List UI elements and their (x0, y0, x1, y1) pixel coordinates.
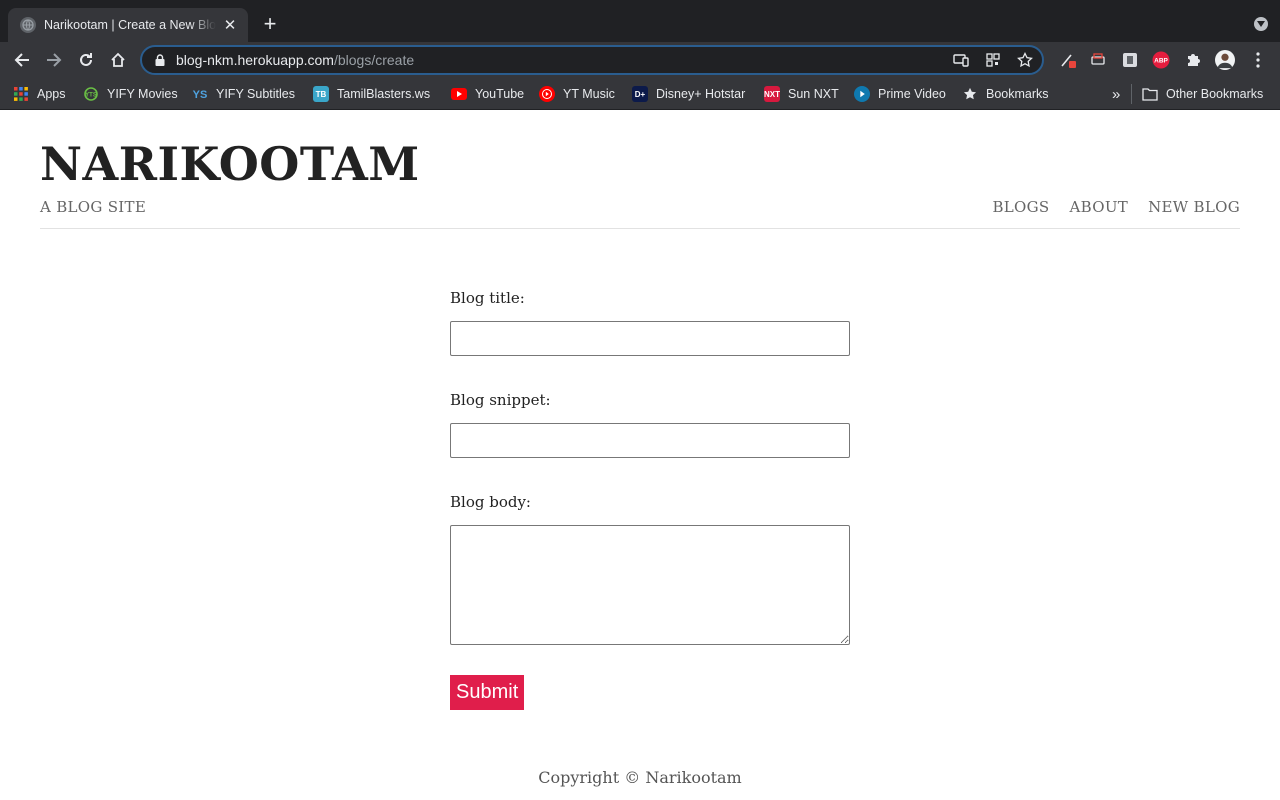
bookmark-yify-movies[interactable]: YTS YIFY Movies (83, 84, 178, 104)
nav-link-about[interactable]: ABOUT (1069, 198, 1128, 216)
lock-icon[interactable] (154, 53, 166, 67)
forward-arrow-icon[interactable] (43, 49, 65, 71)
site-nav: BLOGS ABOUT NEW BLOG (992, 198, 1240, 216)
bookmark-label: TamilBlasters.ws (337, 87, 431, 101)
nav-link-new-blog[interactable]: NEW BLOG (1148, 198, 1240, 216)
bookmarks-divider (1131, 84, 1132, 104)
bookmark-tamilblasters[interactable]: TB TamilBlasters.ws (313, 84, 430, 104)
new-tab-button[interactable]: + (259, 13, 281, 35)
blog-title-label: Blog title: (450, 289, 525, 307)
folder-icon (1142, 86, 1158, 102)
bookmark-label: YT Music (563, 87, 615, 101)
bookmark-yify-subtitles[interactable]: YS YIFY Subtitles (192, 84, 295, 104)
yify-subtitles-icon: YS (192, 86, 208, 102)
url-path: /blogs/create (333, 52, 415, 68)
browser-tab[interactable]: Narikootam | Create a New Blog ✕ (8, 8, 248, 42)
footer-copyright: Copyright © Narikootam (538, 768, 742, 787)
bookmark-star-icon[interactable] (1016, 51, 1034, 69)
yify-icon: YTS (83, 86, 99, 102)
bookmark-label: Bookmarks (986, 87, 1049, 101)
sunnxt-icon: NXT (764, 86, 780, 102)
bookmark-apps[interactable]: Apps (13, 84, 66, 104)
close-tab-icon[interactable]: ✕ (222, 17, 238, 34)
more-menu-icon[interactable] (1248, 50, 1268, 70)
svg-text:YTS: YTS (85, 93, 97, 99)
browser-tab-strip: Narikootam | Create a New Blog ✕ + (0, 0, 1280, 42)
bookmark-label: YIFY Subtitles (216, 87, 295, 101)
blog-snippet-label: Blog snippet: (450, 391, 551, 409)
url-host: blog-nkm.herokuapp.com (176, 52, 334, 68)
qr-code-icon[interactable] (984, 51, 1002, 69)
hotstar-icon: D+ (632, 86, 648, 102)
reload-icon[interactable] (75, 49, 97, 71)
bookmark-sun-nxt[interactable]: NXT Sun NXT (764, 84, 839, 104)
blog-snippet-input[interactable] (450, 423, 850, 458)
bookmark-prime-video[interactable]: Prime Video (854, 84, 946, 104)
nav-link-blogs[interactable]: BLOGS (992, 198, 1049, 216)
bookmark-label: YIFY Movies (107, 87, 178, 101)
bookmarks-bar: Apps YTS YIFY Movies YS YIFY Subtitles T… (0, 78, 1280, 110)
yt-music-icon (539, 86, 555, 102)
star-icon (962, 86, 978, 102)
puzzle-extensions-icon[interactable] (1183, 50, 1203, 70)
back-arrow-icon[interactable] (11, 49, 33, 71)
blog-title-input[interactable] (450, 321, 850, 356)
tab-title: Narikootam | Create a New Blog (44, 18, 216, 32)
other-bookmarks-label: Other Bookmarks (1166, 87, 1264, 101)
blog-body-textarea[interactable] (450, 525, 850, 645)
other-bookmarks-folder[interactable]: Other Bookmarks (1142, 84, 1263, 104)
print-extension-icon[interactable] (1088, 50, 1108, 70)
bookmark-label: Sun NXT (788, 87, 839, 101)
tamilblasters-icon: TB (313, 86, 329, 102)
url-text: blog-nkm.herokuapp.com/blogs/create (176, 52, 414, 68)
web-page: NARIKOOTAM A BLOG SITE BLOGS ABOUT NEW B… (0, 111, 1280, 800)
site-title: NARIKOOTAM (40, 137, 420, 191)
bookmark-yt-music[interactable]: YT Music (539, 84, 615, 104)
home-icon[interactable] (107, 49, 129, 71)
profile-avatar-icon[interactable] (1215, 50, 1235, 70)
header-divider (40, 228, 1240, 229)
bookmark-label: YouTube (475, 87, 525, 101)
blog-body-label: Blog body: (450, 493, 531, 511)
bookmark-bookmarks[interactable]: Bookmarks (962, 84, 1049, 104)
cast-icon[interactable] (952, 51, 970, 69)
bookmark-disney-hotstar[interactable]: D+ Disney+ Hotstar (632, 84, 745, 104)
extension-square-icon[interactable] (1120, 50, 1140, 70)
tab-search-icon[interactable] (1254, 17, 1268, 31)
prime-video-icon (854, 86, 870, 102)
address-bar[interactable]: blog-nkm.herokuapp.com/blogs/create (140, 45, 1044, 75)
browser-toolbar: blog-nkm.herokuapp.com/blogs/create ABP (0, 42, 1280, 78)
svg-text:ABP: ABP (1154, 58, 1168, 65)
create-blog-form: Blog title: Blog snippet: Blog body: Sub… (450, 289, 850, 710)
bookmark-youtube[interactable]: YouTube (451, 84, 524, 104)
bookmark-label: Apps (37, 87, 66, 101)
more-bookmarks-button[interactable]: » (1112, 84, 1120, 104)
adblock-plus-icon[interactable]: ABP (1151, 50, 1171, 70)
apps-grid-icon (13, 86, 29, 102)
youtube-icon (451, 86, 467, 102)
bookmark-label: Prime Video (878, 87, 946, 101)
site-subtitle: A BLOG SITE (40, 198, 147, 216)
svg-text:YS: YS (193, 89, 208, 101)
globe-icon (20, 17, 36, 33)
eyedropper-extension-icon[interactable] (1058, 50, 1078, 70)
submit-button[interactable]: Submit (450, 675, 525, 710)
bookmark-label: Disney+ Hotstar (656, 87, 746, 101)
